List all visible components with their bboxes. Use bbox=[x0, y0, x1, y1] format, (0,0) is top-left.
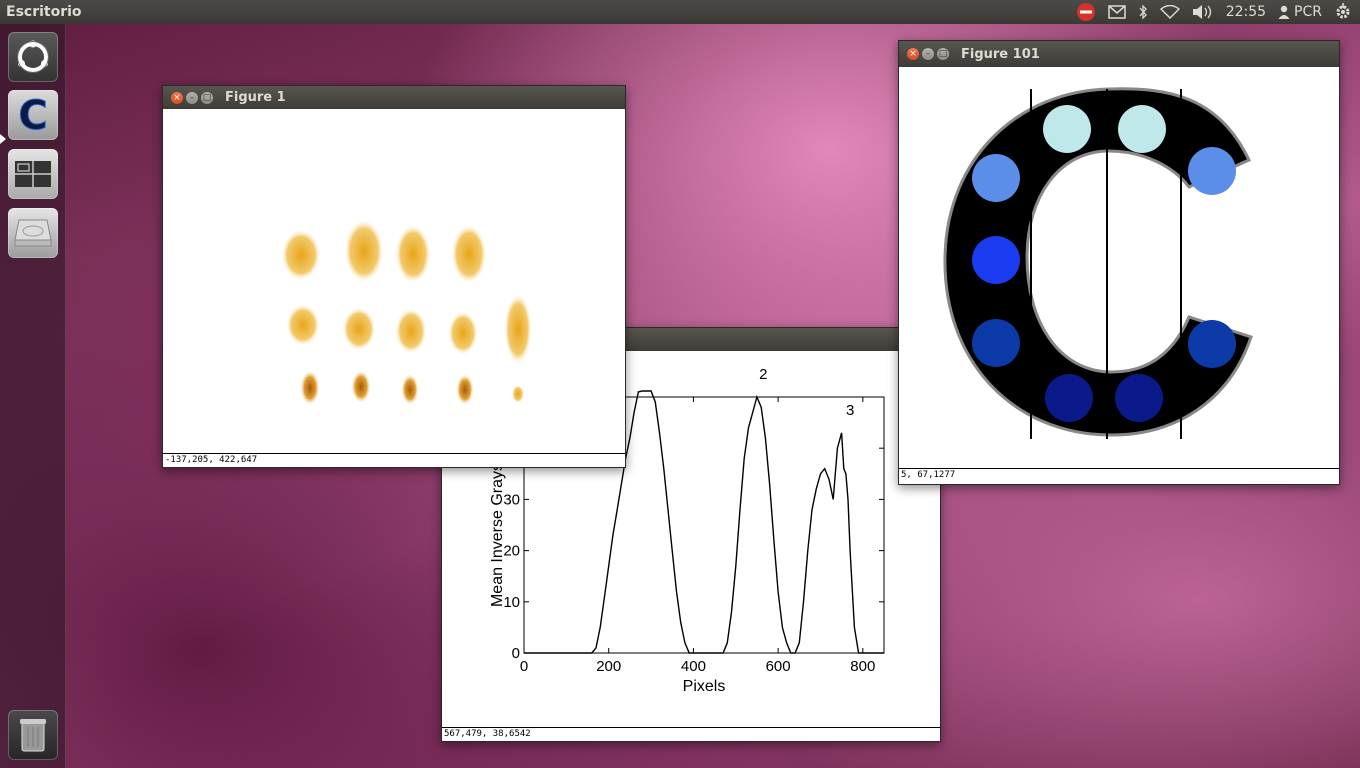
user-icon[interactable] bbox=[1278, 0, 1290, 24]
figure1-status-bar: -137,205, 422,647 bbox=[163, 453, 625, 467]
figure101-window[interactable]: × – □ Figure 101 5, 67,1277 bbox=[898, 40, 1340, 485]
system-tray: 22:55 PCR bbox=[1076, 0, 1360, 24]
close-icon[interactable]: × bbox=[907, 48, 919, 60]
trash-icon[interactable] bbox=[8, 710, 58, 760]
peak-label: 1 bbox=[645, 351, 653, 352]
peak-label: 2 bbox=[759, 366, 767, 383]
minimize-icon[interactable]: – bbox=[186, 91, 198, 104]
clock[interactable]: 22:55 bbox=[1226, 4, 1266, 20]
x-tick-label: 600 bbox=[766, 658, 791, 675]
x-axis-label: Pixels bbox=[683, 678, 726, 695]
plot-status-bar: 567,479, 38,6542 bbox=[442, 727, 940, 741]
bluetooth-icon[interactable] bbox=[1138, 0, 1148, 24]
x-tick-label: 400 bbox=[681, 658, 706, 675]
mail-icon[interactable] bbox=[1107, 0, 1126, 24]
svg-text:C: C bbox=[18, 96, 47, 134]
figure101-titlebar[interactable]: × – □ Figure 101 bbox=[899, 41, 1339, 67]
close-icon[interactable]: × bbox=[171, 91, 183, 104]
gear-icon[interactable] bbox=[1334, 0, 1352, 24]
peak-label: 3 bbox=[846, 402, 854, 419]
dash-home-icon[interactable] bbox=[8, 32, 58, 82]
top-panel: Escritorio 22:55 PCR bbox=[0, 0, 1360, 24]
maximize-icon[interactable]: □ bbox=[937, 48, 949, 60]
maximize-icon[interactable]: □ bbox=[201, 91, 213, 104]
letter-c-image bbox=[943, 87, 1253, 439]
user-name[interactable]: PCR bbox=[1294, 4, 1322, 20]
y-axis-label: Mean Inverse Grays bbox=[489, 463, 506, 607]
figure1-titlebar[interactable]: × – □ Figure 1 bbox=[163, 86, 625, 109]
active-indicator bbox=[0, 134, 6, 144]
wifi-icon[interactable] bbox=[1159, 0, 1180, 24]
figure101-title: Figure 101 bbox=[961, 46, 1040, 62]
y-tick-label: 0 bbox=[512, 645, 520, 662]
matlab-app-icon[interactable]: C bbox=[8, 90, 58, 140]
figure101-canvas[interactable] bbox=[899, 67, 1339, 468]
figure1-title: Figure 1 bbox=[225, 90, 286, 105]
x-tick-label: 800 bbox=[850, 658, 875, 675]
x-tick-label: 200 bbox=[596, 658, 621, 675]
tlc-plate-image bbox=[281, 219, 532, 404]
workspace-switcher-icon[interactable] bbox=[8, 149, 58, 199]
figure1-window[interactable]: × – □ Figure 1 -137,205, 422,647 bbox=[162, 85, 626, 468]
x-tick-label: 0 bbox=[520, 658, 528, 675]
minimize-icon[interactable]: – bbox=[922, 48, 934, 60]
no-entry-icon[interactable] bbox=[1076, 0, 1096, 24]
volume-icon[interactable] bbox=[1192, 0, 1214, 24]
disk-drive-icon[interactable] bbox=[8, 208, 58, 258]
figure1-canvas[interactable] bbox=[163, 109, 625, 453]
active-app-title: Escritorio bbox=[6, 4, 82, 20]
figure101-status-bar: 5, 67,1277 bbox=[899, 468, 1339, 484]
launcher: C bbox=[0, 24, 66, 768]
